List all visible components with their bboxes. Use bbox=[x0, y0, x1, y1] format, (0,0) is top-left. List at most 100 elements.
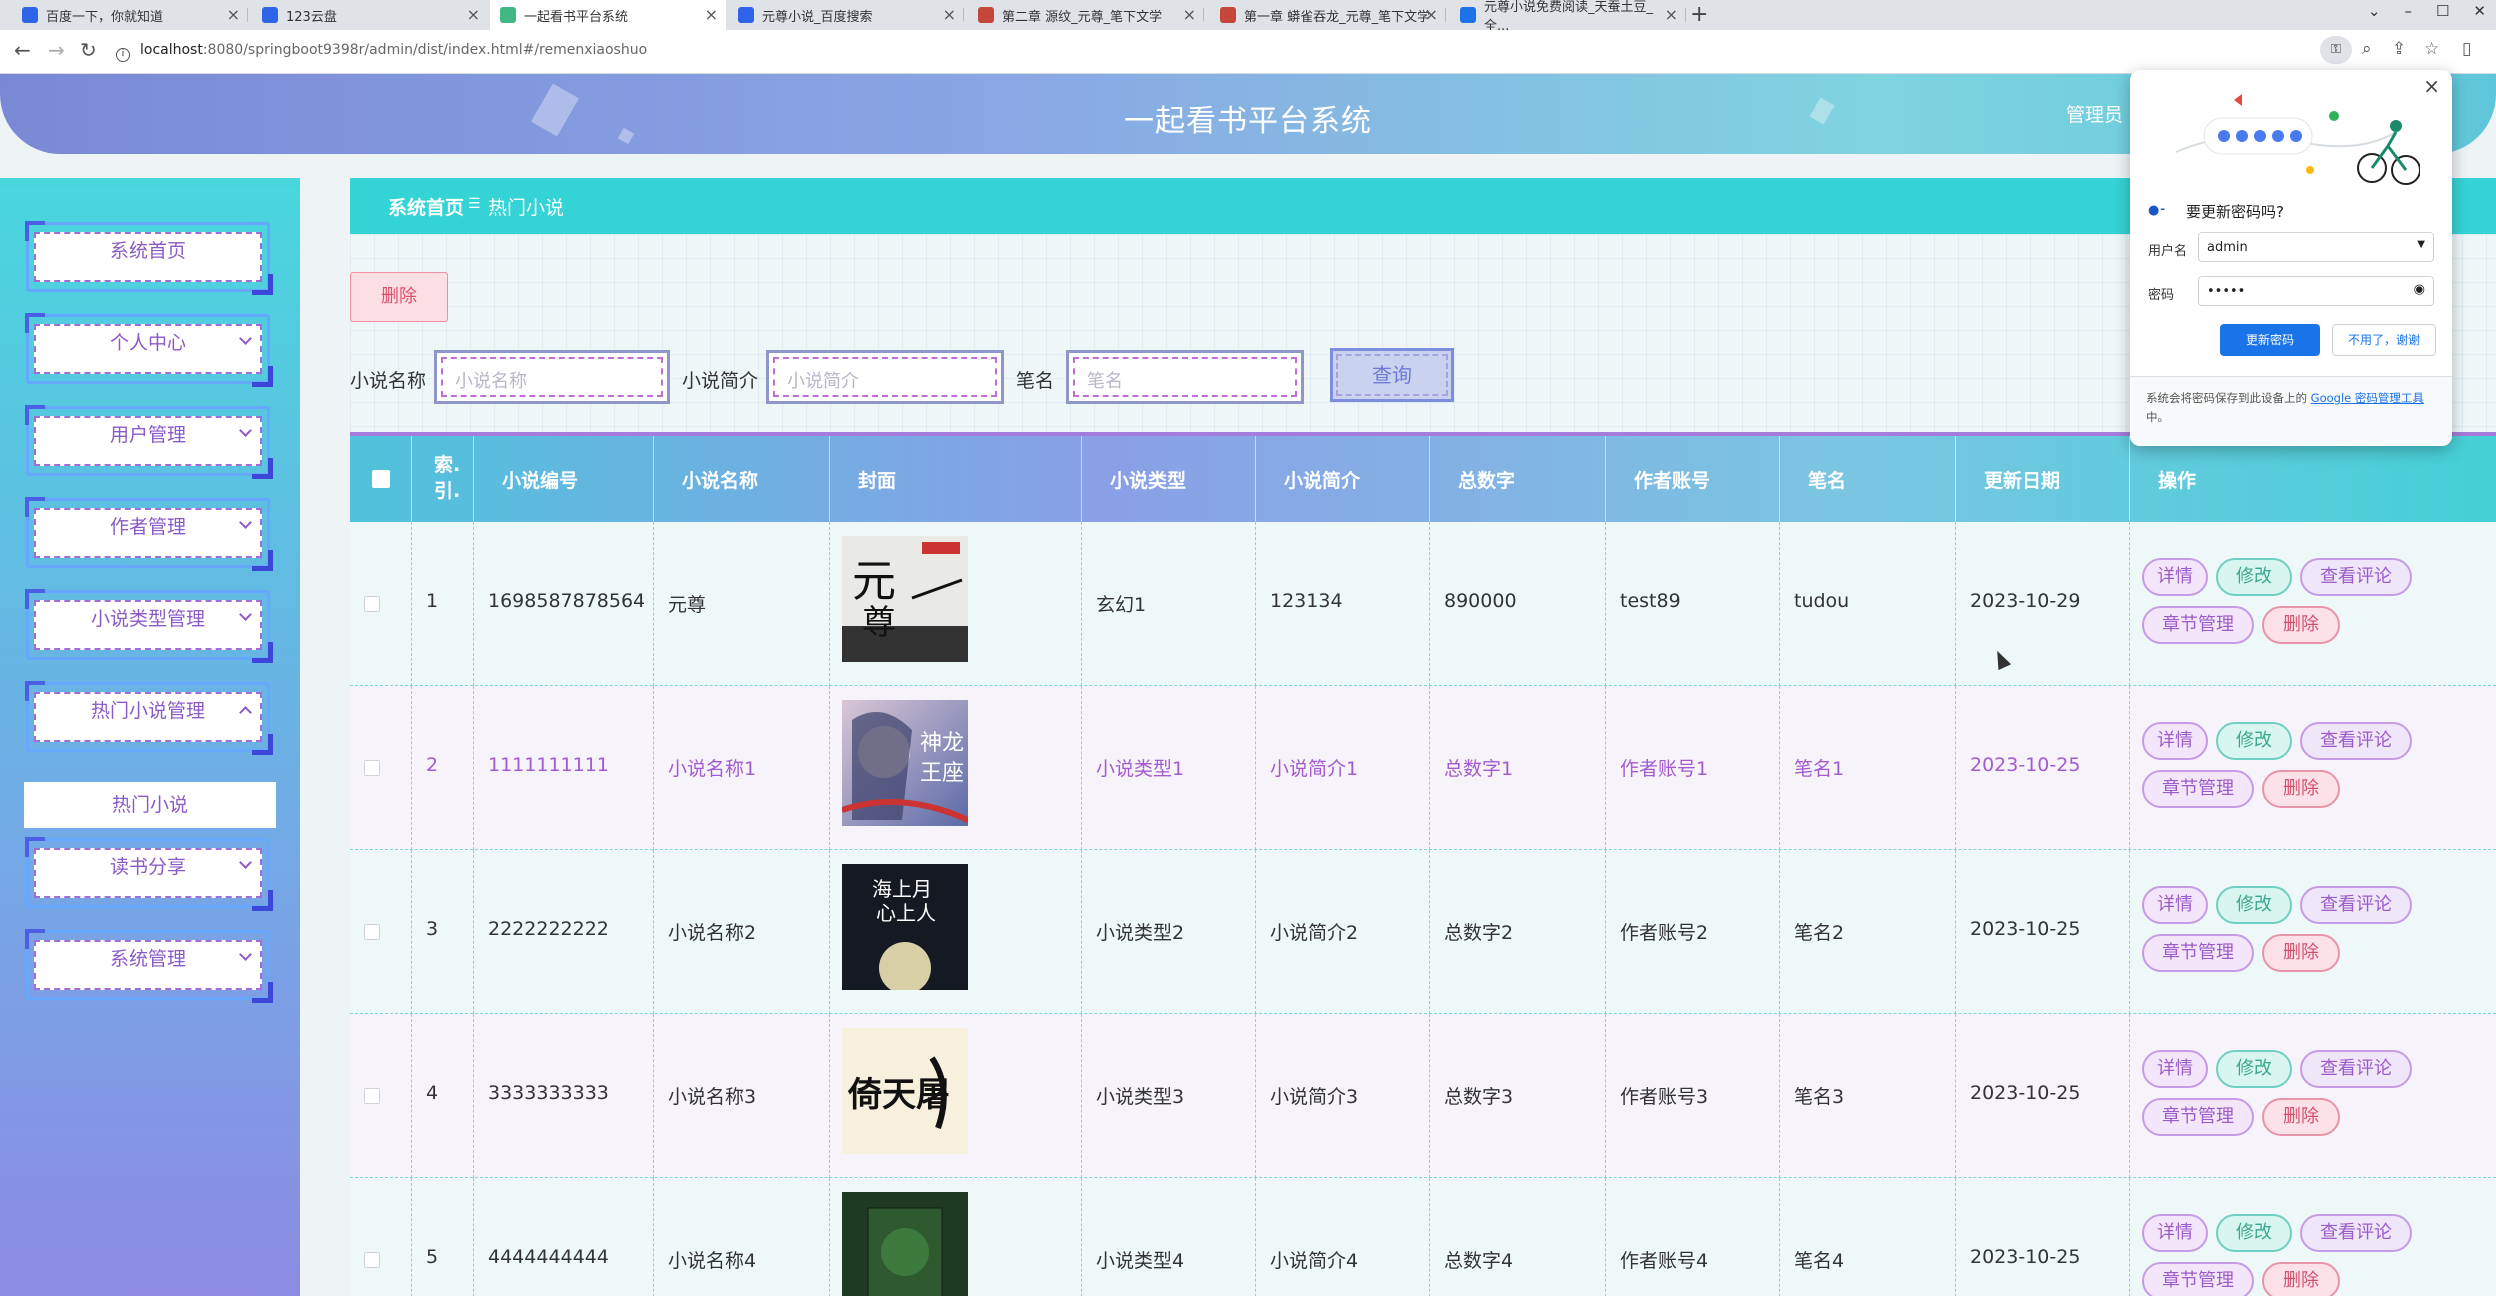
col-header-type[interactable]: 小说类型 bbox=[1082, 436, 1256, 522]
col-header-novel-no[interactable]: 小说编号 bbox=[474, 436, 654, 522]
tab-close-icon[interactable]: × bbox=[705, 5, 718, 24]
chapter-manage-button[interactable]: 章节管理 bbox=[2142, 1262, 2254, 1296]
detail-button[interactable]: 详情 bbox=[2142, 1050, 2208, 1088]
chapter-manage-button[interactable]: 章节管理 bbox=[2142, 606, 2254, 644]
sidebar-item[interactable]: 用户管理 bbox=[25, 405, 273, 479]
view-comments-button[interactable]: 查看评论 bbox=[2300, 886, 2412, 924]
search-input-pen-name[interactable]: 笔名 bbox=[1066, 350, 1304, 404]
tab-close-icon[interactable]: × bbox=[1665, 5, 1678, 24]
cover-image-novel1: 神龙王座 bbox=[842, 700, 968, 826]
browser-tab[interactable]: 第一章 蟒雀吞龙_元尊_笔下文学 × bbox=[1210, 0, 1446, 30]
cell-account: 作者账号1 bbox=[1620, 758, 1709, 780]
edit-button[interactable]: 修改 bbox=[2216, 1214, 2292, 1252]
row-delete-button[interactable]: 删除 bbox=[2262, 606, 2340, 644]
new-tab-button[interactable]: + bbox=[1690, 2, 1708, 27]
edit-button[interactable]: 修改 bbox=[2216, 722, 2292, 760]
browser-tab[interactable]: 元尊小说_百度搜索 × bbox=[728, 0, 964, 30]
batch-delete-button[interactable]: 删除 bbox=[350, 272, 448, 322]
tab-close-icon[interactable]: × bbox=[1183, 5, 1196, 24]
detail-button[interactable]: 详情 bbox=[2142, 1214, 2208, 1252]
browser-tab[interactable]: 一起看书平台系统 × bbox=[490, 0, 726, 30]
tab-title: 百度一下，你就知道 bbox=[46, 9, 164, 25]
tab-close-icon[interactable]: × bbox=[1425, 5, 1438, 24]
chapter-manage-button[interactable]: 章节管理 bbox=[2142, 1098, 2254, 1136]
browser-tab[interactable]: 百度一下，你就知道 × bbox=[12, 0, 248, 30]
bookmark-star-icon[interactable]: ☆ bbox=[2424, 39, 2439, 59]
col-header-novel-name[interactable]: 小说名称 bbox=[654, 436, 830, 522]
tab-close-icon[interactable]: × bbox=[943, 5, 956, 24]
reload-icon[interactable]: ↻ bbox=[80, 38, 97, 62]
select-all-checkbox[interactable] bbox=[372, 470, 390, 488]
chapter-manage-button[interactable]: 章节管理 bbox=[2142, 934, 2254, 972]
edit-button[interactable]: 修改 bbox=[2216, 886, 2292, 924]
col-header-total[interactable]: 总数字 bbox=[1430, 436, 1606, 522]
row-checkbox[interactable] bbox=[364, 1088, 380, 1104]
popup-close-icon[interactable]: × bbox=[2423, 74, 2440, 98]
table-cell: test89 bbox=[1606, 522, 1780, 686]
side-panel-icon[interactable]: ▯ bbox=[2462, 39, 2471, 59]
url-field[interactable]: i localhost:8080/springboot9398r/admin/di… bbox=[116, 42, 647, 62]
minimize-icon[interactable]: – bbox=[2404, 2, 2412, 20]
cover-image-novel2: 海上月心上人 bbox=[842, 864, 968, 990]
edit-button[interactable]: 修改 bbox=[2216, 1050, 2292, 1088]
back-icon[interactable]: ← bbox=[14, 38, 31, 62]
browser-tab[interactable]: 123云盘 × bbox=[252, 0, 488, 30]
row-delete-button[interactable]: 删除 bbox=[2262, 934, 2340, 972]
search-input-novel-intro[interactable]: 小说简介 bbox=[766, 350, 1004, 404]
search-input-novel-name[interactable]: 小说名称 bbox=[434, 350, 670, 404]
share-icon[interactable]: ⇪ bbox=[2392, 39, 2406, 59]
tab-favicon-icon bbox=[738, 7, 754, 23]
sidebar-item[interactable]: 系统首页 bbox=[25, 221, 273, 295]
chapter-manage-button[interactable]: 章节管理 bbox=[2142, 770, 2254, 808]
browser-tab[interactable]: 元尊小说免费阅读_天蚕土豆_全... × bbox=[1450, 0, 1686, 34]
tab-close-icon[interactable]: × bbox=[467, 5, 480, 24]
breadcrumb-home[interactable]: 系统首页 bbox=[388, 193, 464, 220]
view-comments-button[interactable]: 查看评论 bbox=[2300, 1214, 2412, 1252]
tab-search-icon[interactable]: ⌄ bbox=[2368, 2, 2381, 20]
show-password-eye-icon[interactable]: ◉ bbox=[2414, 282, 2425, 297]
current-user-label[interactable]: 管理员 bbox=[2066, 100, 2123, 127]
row-checkbox[interactable] bbox=[364, 760, 380, 776]
view-comments-button[interactable]: 查看评论 bbox=[2300, 722, 2412, 760]
view-comments-button[interactable]: 查看评论 bbox=[2300, 1050, 2412, 1088]
maximize-icon[interactable]: ☐ bbox=[2436, 2, 2449, 20]
sidebar-item[interactable]: 个人中心 bbox=[25, 313, 273, 387]
col-header-intro[interactable]: 小说简介 bbox=[1256, 436, 1430, 522]
sidebar-subitem-hot-novels[interactable]: 热门小说 bbox=[24, 782, 276, 828]
sidebar-item[interactable]: 热门小说管理 bbox=[25, 681, 273, 755]
detail-button[interactable]: 详情 bbox=[2142, 722, 2208, 760]
no-thanks-button[interactable]: 不用了，谢谢 bbox=[2332, 324, 2436, 356]
col-header-date[interactable]: 更新日期 bbox=[1956, 436, 2130, 522]
row-checkbox[interactable] bbox=[364, 596, 380, 612]
detail-button[interactable]: 详情 bbox=[2142, 886, 2208, 924]
row-delete-button[interactable]: 删除 bbox=[2262, 1098, 2340, 1136]
sidebar-item[interactable]: 作者管理 bbox=[25, 497, 273, 571]
update-password-button[interactable]: 更新密码 bbox=[2220, 324, 2320, 356]
tab-close-icon[interactable]: × bbox=[227, 5, 240, 24]
sidebar-item[interactable]: 读书分享 bbox=[25, 837, 273, 911]
close-window-icon[interactable]: ✕ bbox=[2473, 2, 2486, 20]
col-header-account[interactable]: 作者账号 bbox=[1606, 436, 1780, 522]
row-checkbox[interactable] bbox=[364, 1252, 380, 1268]
forward-icon[interactable]: → bbox=[48, 38, 65, 62]
col-header-pen-name[interactable]: 笔名 bbox=[1780, 436, 1956, 522]
edit-button[interactable]: 修改 bbox=[2216, 558, 2292, 596]
table-cell: 笔名2 bbox=[1780, 850, 1956, 1014]
sidebar-item[interactable]: 系统管理 bbox=[25, 929, 273, 1003]
sidebar-item[interactable]: 小说类型管理 bbox=[25, 589, 273, 663]
password-key-icon[interactable]: ⚿ bbox=[2320, 36, 2352, 64]
view-comments-button[interactable]: 查看评论 bbox=[2300, 558, 2412, 596]
detail-button[interactable]: 详情 bbox=[2142, 558, 2208, 596]
cell-total: 890000 bbox=[1444, 590, 1517, 612]
browser-tab[interactable]: 第二章 源纹_元尊_笔下文学 × bbox=[968, 0, 1204, 30]
col-header-cover[interactable]: 封面 bbox=[830, 436, 1082, 522]
row-checkbox[interactable] bbox=[364, 924, 380, 940]
query-button[interactable]: 查询 bbox=[1330, 348, 1454, 402]
zoom-icon[interactable]: ⌕ bbox=[2362, 39, 2372, 59]
row-delete-button[interactable]: 删除 bbox=[2262, 1262, 2340, 1296]
password-field[interactable]: ••••• ◉ bbox=[2198, 276, 2434, 306]
row-delete-button[interactable]: 删除 bbox=[2262, 770, 2340, 808]
info-icon[interactable]: i bbox=[116, 48, 130, 62]
password-manager-link[interactable]: Google 密码管理工具 bbox=[2311, 391, 2424, 405]
username-select[interactable]: admin ▼ bbox=[2198, 232, 2434, 262]
